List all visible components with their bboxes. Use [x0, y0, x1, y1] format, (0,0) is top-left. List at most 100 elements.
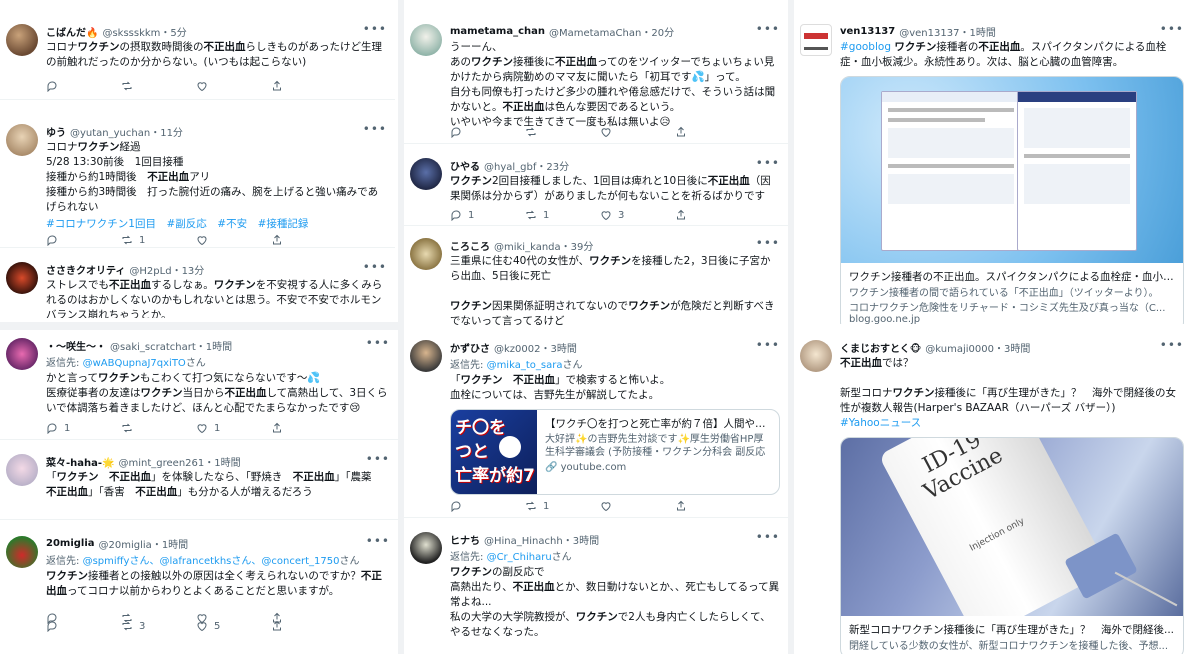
avatar[interactable]: [410, 532, 442, 564]
reply-button[interactable]: [46, 80, 121, 92]
author-name[interactable]: mametama_chan: [450, 26, 545, 37]
panel-separator: [0, 322, 398, 330]
reply-button[interactable]: 1: [46, 422, 121, 434]
more-icon[interactable]: •••: [363, 122, 387, 136]
author-name[interactable]: ・〜咲生〜・: [46, 338, 106, 353]
share-button[interactable]: [675, 126, 750, 138]
share-icon: [675, 126, 693, 138]
tweet[interactable]: ・〜咲生〜・ @saki_scratchart・1時間 返信先: @wABQupn…: [0, 332, 398, 440]
retweet-button[interactable]: [121, 422, 196, 434]
like-button[interactable]: 3: [600, 209, 675, 221]
share-button[interactable]: [271, 80, 346, 92]
author-name[interactable]: ゆう: [46, 124, 66, 139]
video-thumbnail[interactable]: チ〇を つと 亡率が約7: [451, 410, 537, 494]
more-icon[interactable]: •••: [363, 260, 387, 274]
avatar[interactable]: [800, 24, 832, 56]
tweet[interactable]: ven13137 @ven13137・1時間 #gooblog ワクチン接種者の不…: [794, 18, 1192, 324]
author-name[interactable]: ころころ: [450, 238, 490, 253]
author-name[interactable]: こばんだ🔥: [46, 24, 98, 39]
more-icon[interactable]: •••: [363, 22, 387, 36]
tweet[interactable]: かずひさ @kz0002・3時間 返信先: @mika_to_saraさん 「ワク…: [404, 334, 788, 518]
avatar[interactable]: [410, 340, 442, 372]
share-button[interactable]: [271, 234, 346, 246]
author-name[interactable]: かずひさ: [450, 340, 490, 355]
avatar[interactable]: [6, 124, 38, 156]
retweet-button[interactable]: [525, 126, 600, 138]
card-image[interactable]: ID-19 Vaccine Injection only: [841, 438, 1183, 616]
reply-button[interactable]: [46, 234, 121, 246]
share-button[interactable]: [675, 500, 750, 512]
author-name[interactable]: 菜々-haha-🌟: [46, 454, 115, 469]
tweet-text: 三重県に住む40代の女性が、ワクチンを接種した2，3日後に子宮から出血、5日後に…: [450, 255, 775, 327]
tweet[interactable]: ひやる @hyal_gbf・23分 ワクチン2回目接種しました、1回目は痺れと10…: [404, 152, 788, 226]
tweet[interactable]: ヒナち @Hina_Hinachh・3時間 返信先: @Cr_Chiharuさん …: [404, 526, 788, 654]
retweet-button[interactable]: [121, 80, 196, 92]
like-button[interactable]: [196, 80, 271, 92]
reply-to-link[interactable]: @spmiffyさん、@lafrancetkhsさん、@concert_1750: [83, 556, 340, 567]
retweet-button[interactable]: 1: [121, 234, 196, 246]
link-card[interactable]: ID-19 Vaccine Injection only 新型コロナワクチン接種…: [840, 437, 1184, 654]
card-image[interactable]: [841, 77, 1183, 263]
like-button[interactable]: 1: [196, 422, 271, 434]
share-button[interactable]: [675, 209, 750, 221]
avatar[interactable]: [6, 262, 38, 294]
card-description: 閉経している少数の女性が、新型コロナワクチンを接種した後、予想...: [849, 641, 1169, 652]
author-name[interactable]: ひやる: [450, 158, 480, 173]
more-icon[interactable]: •••: [756, 236, 780, 250]
author-name[interactable]: くまじおすとく🐵: [840, 340, 921, 355]
link-card[interactable]: ワクチン接種者の不正出血。スパイクタンパクによる血栓症・血小板... ワクチン接…: [840, 76, 1184, 324]
tweet-text: コロナワクチンの摂取数時間後の不正出血らしきものがあったけど生理の前触れだったの…: [46, 41, 382, 68]
avatar[interactable]: [6, 338, 38, 370]
hashtags[interactable]: #コロナワクチン1回目 #副反応 #不安 #接種記録: [46, 217, 387, 232]
reply-to-link[interactable]: @mika_to_sara: [487, 360, 563, 371]
avatar[interactable]: [6, 24, 38, 56]
more-icon[interactable]: •••: [756, 530, 780, 544]
like-button[interactable]: [600, 126, 675, 138]
link-card[interactable]: チ〇を つと 亡率が約7 【ワクチ〇を打つと死亡率が約７倍】人間やめま... 大…: [450, 409, 780, 495]
tweet[interactable]: ささきクオリティ @H2pLd・13分 ストレスでも不正出血するしなぁ。ワクチンを…: [0, 256, 395, 318]
tweet[interactable]: こばんだ🔥 @skssskkm・5分 コロナワクチンの摂取数時間後の不正出血らしき…: [0, 18, 395, 100]
author-name[interactable]: 20miglia: [46, 538, 95, 549]
avatar[interactable]: [6, 536, 38, 568]
like-button[interactable]: [196, 234, 271, 246]
more-icon[interactable]: •••: [366, 534, 390, 548]
avatar[interactable]: [800, 340, 832, 372]
share-icon: [271, 80, 289, 92]
like-button[interactable]: [196, 612, 271, 624]
avatar[interactable]: [410, 238, 442, 270]
reply-to-link[interactable]: @wABQupnaJ7qxiTO: [83, 358, 186, 369]
tweet[interactable]: mametama_chan @MametamaChan・20分 うーーん、 あのワク…: [404, 18, 788, 144]
author-name[interactable]: ヒナち: [450, 532, 480, 547]
reply-button[interactable]: [450, 500, 525, 512]
more-icon[interactable]: •••: [366, 452, 390, 466]
reply-button[interactable]: [46, 612, 121, 624]
tweet[interactable]: 菜々-haha-🌟 @mint_green261・1時間 「ワクチン 不正出血」を…: [0, 448, 398, 632]
more-icon[interactable]: •••: [756, 338, 780, 352]
retweet-icon: [121, 80, 139, 92]
more-icon[interactable]: •••: [366, 336, 390, 350]
action-bar: 11: [46, 422, 346, 434]
author-name[interactable]: ven13137: [840, 26, 895, 37]
avatar[interactable]: [410, 158, 442, 190]
reply-button[interactable]: 1: [450, 209, 525, 221]
reply-icon: [46, 422, 64, 434]
share-button[interactable]: [271, 422, 346, 434]
tweet[interactable]: ゆう @yutan_yuchan・11分 コロナワクチン経過 5/28 13:30前…: [0, 118, 395, 248]
avatar[interactable]: [410, 24, 442, 56]
retweet-button[interactable]: [121, 612, 196, 624]
like-button[interactable]: [600, 500, 675, 512]
more-icon[interactable]: •••: [1160, 338, 1184, 352]
more-icon[interactable]: •••: [756, 156, 780, 170]
retweet-button[interactable]: 1: [525, 500, 600, 512]
retweet-button[interactable]: 1: [525, 209, 600, 221]
more-icon[interactable]: •••: [1160, 22, 1184, 36]
more-icon[interactable]: •••: [756, 22, 780, 36]
reply-to-link[interactable]: @Cr_Chiharu: [487, 552, 552, 563]
tweet[interactable]: ころころ @miki_kanda・39分 三重県に住む40代の女性が、ワクチンを接…: [404, 232, 788, 330]
tweet[interactable]: くまじおすとく🐵 @kumaji0000・3時間 不正出血では？ 新型コロナワクチン…: [794, 334, 1192, 654]
avatar[interactable]: [6, 454, 38, 486]
tweet[interactable]: 20miglia @20miglia・1時間 返信先: @spmiffyさん、@l…: [0, 530, 398, 630]
share-button[interactable]: [271, 612, 346, 624]
author-name[interactable]: ささきクオリティ: [46, 262, 125, 277]
reply-button[interactable]: [450, 126, 525, 138]
